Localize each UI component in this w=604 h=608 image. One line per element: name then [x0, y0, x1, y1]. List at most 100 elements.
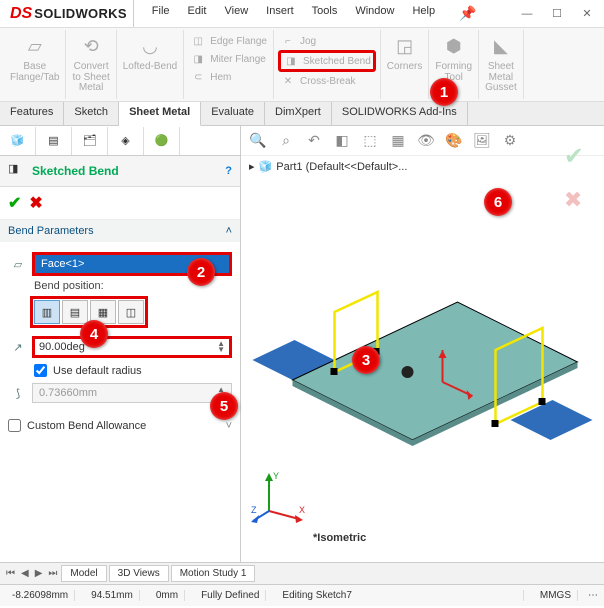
- panel-tab-appearance[interactable]: 🟢: [144, 127, 180, 155]
- viewport-toolbar: 🔍 ⌕ ↶ ◧ ⬚ ▦ 👁 🎨 🖼 ⚙: [241, 126, 604, 156]
- default-radius-row: Use default radius: [34, 364, 232, 377]
- part-icon: 🧊: [259, 160, 273, 173]
- svg-text:X: X: [299, 505, 305, 515]
- expand-tree-icon[interactable]: ▸: [249, 160, 255, 173]
- status-x: -8.26098mm: [6, 590, 75, 601]
- ribbon-cross-break[interactable]: ✕Cross-Break: [278, 72, 376, 90]
- menu-insert[interactable]: Insert: [258, 2, 302, 25]
- angle-spinner[interactable]: ▲▼: [217, 341, 225, 353]
- help-icon[interactable]: ?: [225, 165, 232, 177]
- callout-5: 5: [210, 392, 238, 420]
- convert-label: Convertto SheetMetal: [72, 62, 109, 94]
- scene-icon[interactable]: 🖼: [471, 130, 493, 152]
- angle-icon: ↗: [8, 341, 28, 354]
- status-bar: -8.26098mm 94.51mm 0mm Fully Defined Edi…: [0, 584, 604, 606]
- cancel-icon[interactable]: ✖: [29, 193, 42, 213]
- ribbon-base-flange[interactable]: ▱ BaseFlange/Tab: [4, 30, 66, 99]
- forming-icon: ⬢: [440, 32, 468, 60]
- ribbon-edge-flange[interactable]: ◫Edge Flange: [188, 32, 269, 50]
- section-view-icon[interactable]: ◧: [331, 130, 353, 152]
- svg-text:Y: Y: [273, 471, 279, 481]
- tab-nav-first[interactable]: ⏮: [4, 568, 17, 579]
- display-style-icon[interactable]: ▦: [387, 130, 409, 152]
- menu-help[interactable]: Help: [404, 2, 443, 25]
- part-name: Part1 (Default<<Default>...: [276, 161, 407, 173]
- tab-motion[interactable]: Motion Study 1: [171, 565, 256, 582]
- zoom-area-icon[interactable]: ⌕: [275, 130, 297, 152]
- menu-tools[interactable]: Tools: [304, 2, 346, 25]
- tab-evaluate[interactable]: Evaluate: [201, 102, 265, 125]
- viewport: 🔍 ⌕ ↶ ◧ ⬚ ▦ 👁 🎨 🖼 ⚙ ▸ 🧊 Part1 (Default<<…: [241, 126, 604, 562]
- appearance-icon[interactable]: 🎨: [443, 130, 465, 152]
- radius-input: 0.73660mm ▲▼: [32, 383, 232, 403]
- sketched-bend-panel-icon: ◨: [8, 162, 26, 180]
- tab-3d-views[interactable]: 3D Views: [109, 565, 169, 582]
- status-units[interactable]: MMGS: [534, 590, 578, 601]
- ribbon-convert[interactable]: ⟲ Convertto SheetMetal: [66, 30, 116, 99]
- angle-row: ↗ 90.00deg ▲▼: [8, 336, 232, 358]
- status-defined: Fully Defined: [195, 590, 266, 601]
- radius-row: ⟆ 0.73660mm ▲▼: [8, 383, 232, 403]
- ribbon-corners[interactable]: ◲ Corners: [381, 30, 430, 99]
- ribbon: ▱ BaseFlange/Tab ⟲ Convertto SheetMetal …: [0, 28, 604, 102]
- maximize-button[interactable]: ☐: [544, 4, 570, 24]
- status-y: 94.51mm: [85, 590, 140, 601]
- panel-tab-feature-tree[interactable]: 🧊: [0, 127, 36, 155]
- callout-4: 4: [80, 320, 108, 348]
- tab-model[interactable]: Model: [61, 565, 106, 582]
- ribbon-gusset[interactable]: ◣ SheetMetalGusset: [479, 30, 524, 99]
- close-button[interactable]: ✕: [574, 4, 600, 24]
- zoom-fit-icon[interactable]: 🔍: [247, 130, 269, 152]
- default-radius-label: Use default radius: [53, 365, 142, 377]
- bend-pos-bend-outside[interactable]: ◫: [118, 300, 144, 324]
- bend-pos-centerline[interactable]: ▥: [34, 300, 60, 324]
- panel-tab-config[interactable]: 🗂: [72, 127, 108, 155]
- accept-icon[interactable]: ✔: [8, 193, 21, 213]
- ribbon-jog[interactable]: ⌐Jog: [278, 32, 376, 50]
- bend-params-header[interactable]: Bend Parameters ˄: [0, 220, 240, 242]
- angle-input[interactable]: 90.00deg ▲▼: [32, 336, 232, 358]
- tab-sheet-metal[interactable]: Sheet Metal: [119, 102, 201, 126]
- view-orient-icon[interactable]: ⬚: [359, 130, 381, 152]
- ribbon-sketched-bend[interactable]: ◨Sketched Bend: [278, 50, 376, 72]
- minimize-button[interactable]: —: [514, 4, 540, 24]
- pin-icon[interactable]: 📌: [451, 2, 484, 25]
- ribbon-flange-group: ◫Edge Flange ◨Miter Flange ⊂Hem: [184, 30, 274, 99]
- base-flange-icon: ▱: [21, 32, 49, 60]
- view-triad: Y X Z: [251, 469, 311, 526]
- command-tabs: Features Sketch Sheet Metal Evaluate Dim…: [0, 102, 604, 126]
- bend-pos-material-inside[interactable]: ▤: [62, 300, 88, 324]
- ribbon-bend-group: ⌐Jog ◨Sketched Bend ✕Cross-Break: [274, 30, 381, 99]
- callout-3: 3: [352, 346, 380, 374]
- hide-show-icon[interactable]: 👁: [415, 130, 437, 152]
- menu-view[interactable]: View: [217, 2, 257, 25]
- ribbon-hem[interactable]: ⊂Hem: [188, 68, 269, 86]
- feature-tree-crumb[interactable]: ▸ 🧊 Part1 (Default<<Default>...: [241, 156, 604, 177]
- panel-tab-display[interactable]: ◈: [108, 127, 144, 155]
- sketched-bend-icon: ◨: [283, 53, 299, 69]
- menu-edit[interactable]: Edit: [180, 2, 215, 25]
- ribbon-miter-flange[interactable]: ◨Miter Flange: [188, 50, 269, 68]
- custom-allowance-label: Custom Bend Allowance: [27, 420, 146, 432]
- logo-sw: SOLIDWORKS: [34, 6, 127, 21]
- tab-nav-next[interactable]: ▶: [33, 568, 45, 579]
- panel-tab-property[interactable]: ▤: [36, 127, 72, 155]
- expand-icon[interactable]: ˅: [226, 420, 232, 432]
- tab-nav-last[interactable]: ⏭: [46, 568, 59, 579]
- prev-view-icon[interactable]: ↶: [303, 130, 325, 152]
- custom-allowance-checkbox[interactable]: [8, 419, 21, 432]
- title-bar: DS SOLIDWORKS File Edit View Insert Tool…: [0, 0, 604, 28]
- menu-window[interactable]: Window: [347, 2, 402, 25]
- tab-features[interactable]: Features: [0, 102, 64, 125]
- app-logo: DS SOLIDWORKS: [4, 0, 134, 27]
- ribbon-lofted[interactable]: ◡ Lofted-Bend: [117, 30, 185, 99]
- status-menu-icon[interactable]: ⋯: [588, 590, 598, 601]
- menu-file[interactable]: File: [144, 2, 178, 25]
- property-panel: 🧊 ▤ 🗂 ◈ 🟢 ◨ Sketched Bend ? ✔ ✖ Bend Par…: [0, 126, 241, 562]
- default-radius-checkbox[interactable]: [34, 364, 47, 377]
- tab-sketch[interactable]: Sketch: [64, 102, 119, 125]
- tab-dimxpert[interactable]: DimXpert: [265, 102, 332, 125]
- tab-nav-prev[interactable]: ◀: [19, 568, 31, 579]
- confirm-ok-icon[interactable]: ✔: [564, 142, 584, 171]
- view-settings-icon[interactable]: ⚙: [499, 130, 521, 152]
